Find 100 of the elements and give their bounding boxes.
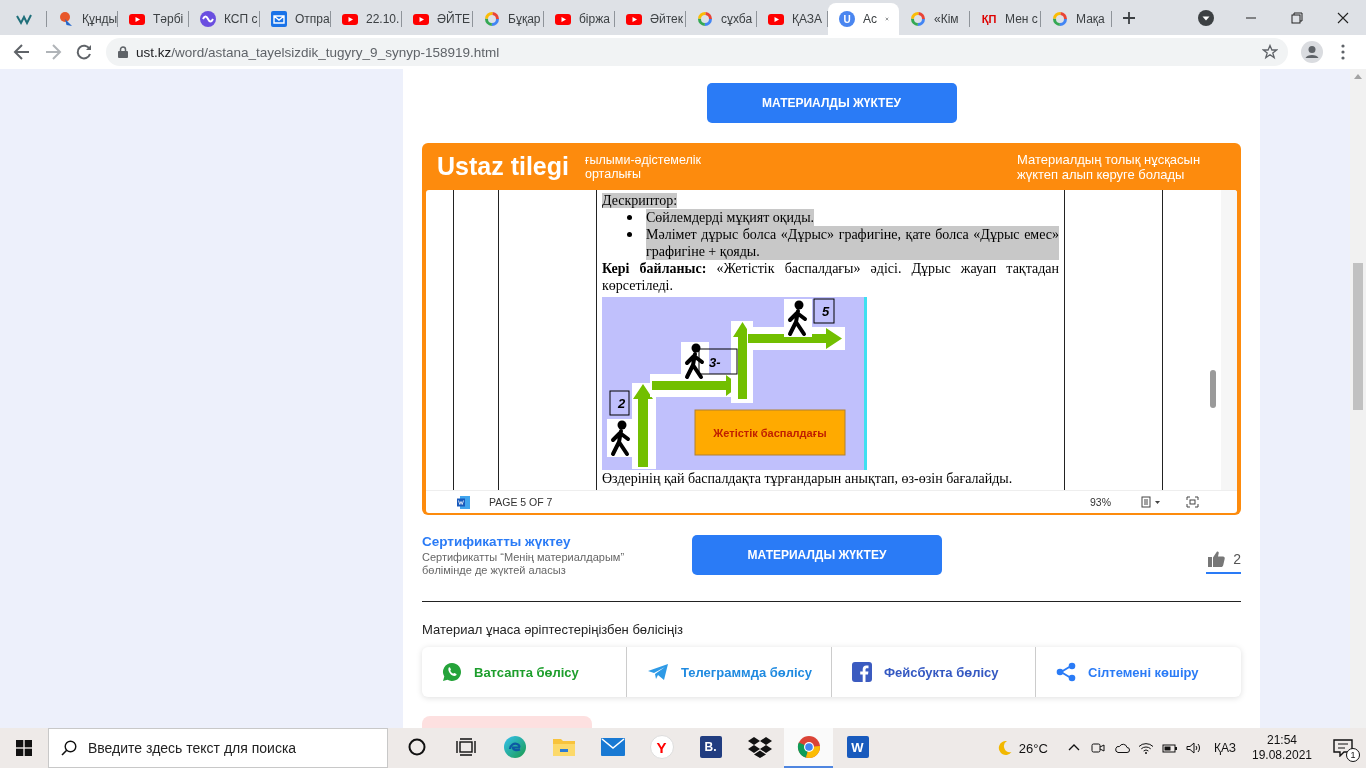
address-field[interactable]: ust.kz/word/astana_tayelsizdik_tugyry_9_synyp-158919.html	[106, 38, 1288, 66]
reload-icon[interactable]	[75, 43, 93, 61]
camera-icon[interactable]	[1090, 742, 1105, 754]
step-label: 3-	[709, 355, 721, 370]
menu-icon[interactable]	[1341, 44, 1345, 60]
share-icon	[1056, 662, 1076, 682]
new-tab-icon[interactable]	[1122, 10, 1136, 25]
download-button[interactable]: МАТЕРИАЛДЫ ЖҮКТЕУ	[706, 83, 957, 123]
play-icon	[626, 11, 642, 27]
paper-plane-icon	[647, 663, 669, 681]
browser-tab[interactable]: 22.10.	[331, 3, 402, 35]
step-label: 2	[618, 396, 626, 411]
g-logo-icon	[484, 11, 500, 27]
ring-icon	[407, 738, 426, 756]
browser-tab[interactable]: Мақа	[1041, 3, 1112, 35]
restore-icon[interactable]	[1291, 11, 1303, 24]
app-icon: W	[846, 736, 869, 758]
browser-tab[interactable]: сұхба	[686, 3, 757, 35]
browser-tab[interactable]: біржа	[544, 3, 615, 35]
mail-icon	[271, 11, 287, 27]
browser-tab[interactable]: Отпра	[260, 3, 331, 35]
profile-icon[interactable]	[1301, 41, 1323, 63]
wifi-icon[interactable]	[1137, 742, 1154, 754]
certificate-link[interactable]: Сертификатты жүктеу	[422, 533, 692, 549]
play-icon	[342, 11, 358, 27]
start-icon[interactable]	[16, 740, 32, 756]
search-field[interactable]: Введите здесь текст для поиска	[48, 728, 388, 768]
back-icon[interactable]	[13, 43, 31, 61]
share-prompt: Материал ұнаса әріптестеріңізбен бөлісіңіз	[422, 622, 684, 637]
g-logo-icon	[697, 11, 713, 27]
clock-date: 19.08.2021	[1250, 748, 1314, 763]
paragraph-text: Өздерінің қай баспалдақта тұрғандарын анықтап, өз-өзін бағалайды.	[602, 471, 1013, 486]
browser-tab[interactable]: ҚП Мен с	[970, 3, 1041, 35]
battery-icon[interactable]	[1161, 742, 1178, 754]
like-button[interactable]: 2	[1206, 544, 1241, 574]
page-indicator: PAGE 5 OF 7	[489, 496, 553, 508]
share-button[interactable]: Фейсбукта бөлісу	[831, 647, 1035, 697]
scrollbar-thumb	[1210, 370, 1216, 408]
word-doc-icon	[457, 495, 470, 509]
browser-tab[interactable]: Тәрбі	[118, 3, 189, 35]
reading-view-icon[interactable]	[1141, 496, 1161, 508]
play-icon	[129, 11, 145, 27]
mail-icon	[600, 738, 625, 756]
browser-tab[interactable]: Құнды	[47, 3, 118, 35]
taskbar-app[interactable]: W	[833, 728, 882, 768]
search-icon	[61, 740, 77, 756]
dropdown-icon[interactable]	[1198, 9, 1214, 26]
weather-temperature: 26°C	[1018, 740, 1048, 756]
share-button[interactable]: Телеграммда бөлісу	[626, 647, 831, 697]
app-icon: B.	[699, 736, 722, 758]
bullet-icon	[627, 215, 632, 220]
list-item-text: Мәлімет дұрыс болса «Дұрыс» графигіне, қате болса «Дұрыс емес» графигіне + қояды.	[646, 226, 1059, 260]
thumbs-up-icon	[1208, 550, 1226, 567]
play-icon	[555, 11, 571, 27]
speaker-icon[interactable]	[1185, 742, 1202, 754]
taskbar-app[interactable]: Y	[637, 728, 686, 768]
g-logo-icon	[1052, 11, 1068, 27]
wave-icon	[200, 11, 216, 27]
browser-icon	[502, 735, 527, 759]
logo-text: Ustaz tilegi	[437, 152, 569, 181]
moon-icon	[997, 740, 1012, 756]
share-button[interactable]: Сілтемені көшіру	[1035, 647, 1240, 697]
browser-icon	[796, 735, 821, 759]
app-icon: Y	[649, 735, 674, 759]
browser-tab[interactable]: «Кім	[899, 3, 970, 35]
browser-tab[interactable]: U Ас	[828, 3, 899, 35]
fullscreen-icon[interactable]	[1186, 496, 1199, 508]
play-icon	[413, 11, 429, 27]
folder-icon	[551, 736, 576, 758]
chat-bubble-icon	[442, 662, 462, 682]
preview-notice: Материалдың толық нұсқасын жүктеп алып көруге болады	[1017, 151, 1202, 182]
task-view-icon	[455, 738, 476, 756]
clock-time: 21:54	[1266, 733, 1298, 748]
step-label: 5	[822, 304, 830, 319]
share-button[interactable]: Ватсапта бөлісу	[422, 647, 626, 697]
browser-tab[interactable]: ӘЙТЕ	[402, 3, 473, 35]
figure-caption: Жетістік баспалдағы	[713, 427, 827, 439]
logo-subtitle: ғылыми-әдістемелік орталығы	[585, 152, 703, 181]
certificate-note: Сертификатты “Менің материалдарым” бөлімінде де жүктей аласыз	[422, 550, 626, 577]
cloud-icon[interactable]	[1113, 742, 1130, 754]
taskbar-app[interactable]: B.	[686, 728, 735, 768]
browser-tab[interactable]: Әйтек	[615, 3, 686, 35]
notification-icon[interactable]	[1333, 739, 1353, 757]
close-icon[interactable]	[1337, 11, 1349, 24]
play-icon	[768, 11, 784, 27]
facebook-icon	[852, 662, 872, 682]
list-item-text: Сөйлемдерді мұқият оқиды.	[646, 209, 815, 226]
scrollbar-thumb[interactable]	[1353, 263, 1363, 410]
bullet-icon	[627, 232, 632, 237]
input-language[interactable]: ҚАЗ	[1213, 741, 1236, 755]
pin-icon	[58, 11, 74, 27]
notification-count: 1	[1346, 748, 1360, 762]
favicon: ҚП	[981, 12, 997, 27]
paragraph-text: Дескриптор:	[602, 193, 678, 208]
star-icon[interactable]	[1262, 44, 1278, 60]
browser-tab[interactable]: Бұқар	[473, 3, 544, 35]
browser-tab[interactable]: ҚАЗА	[757, 3, 828, 35]
download-button[interactable]: МАТЕРИАЛДЫ ЖҮКТЕУ	[692, 535, 942, 575]
browser-tab[interactable]: КСП с	[189, 3, 260, 35]
zoom-level: 93%	[1090, 496, 1111, 508]
